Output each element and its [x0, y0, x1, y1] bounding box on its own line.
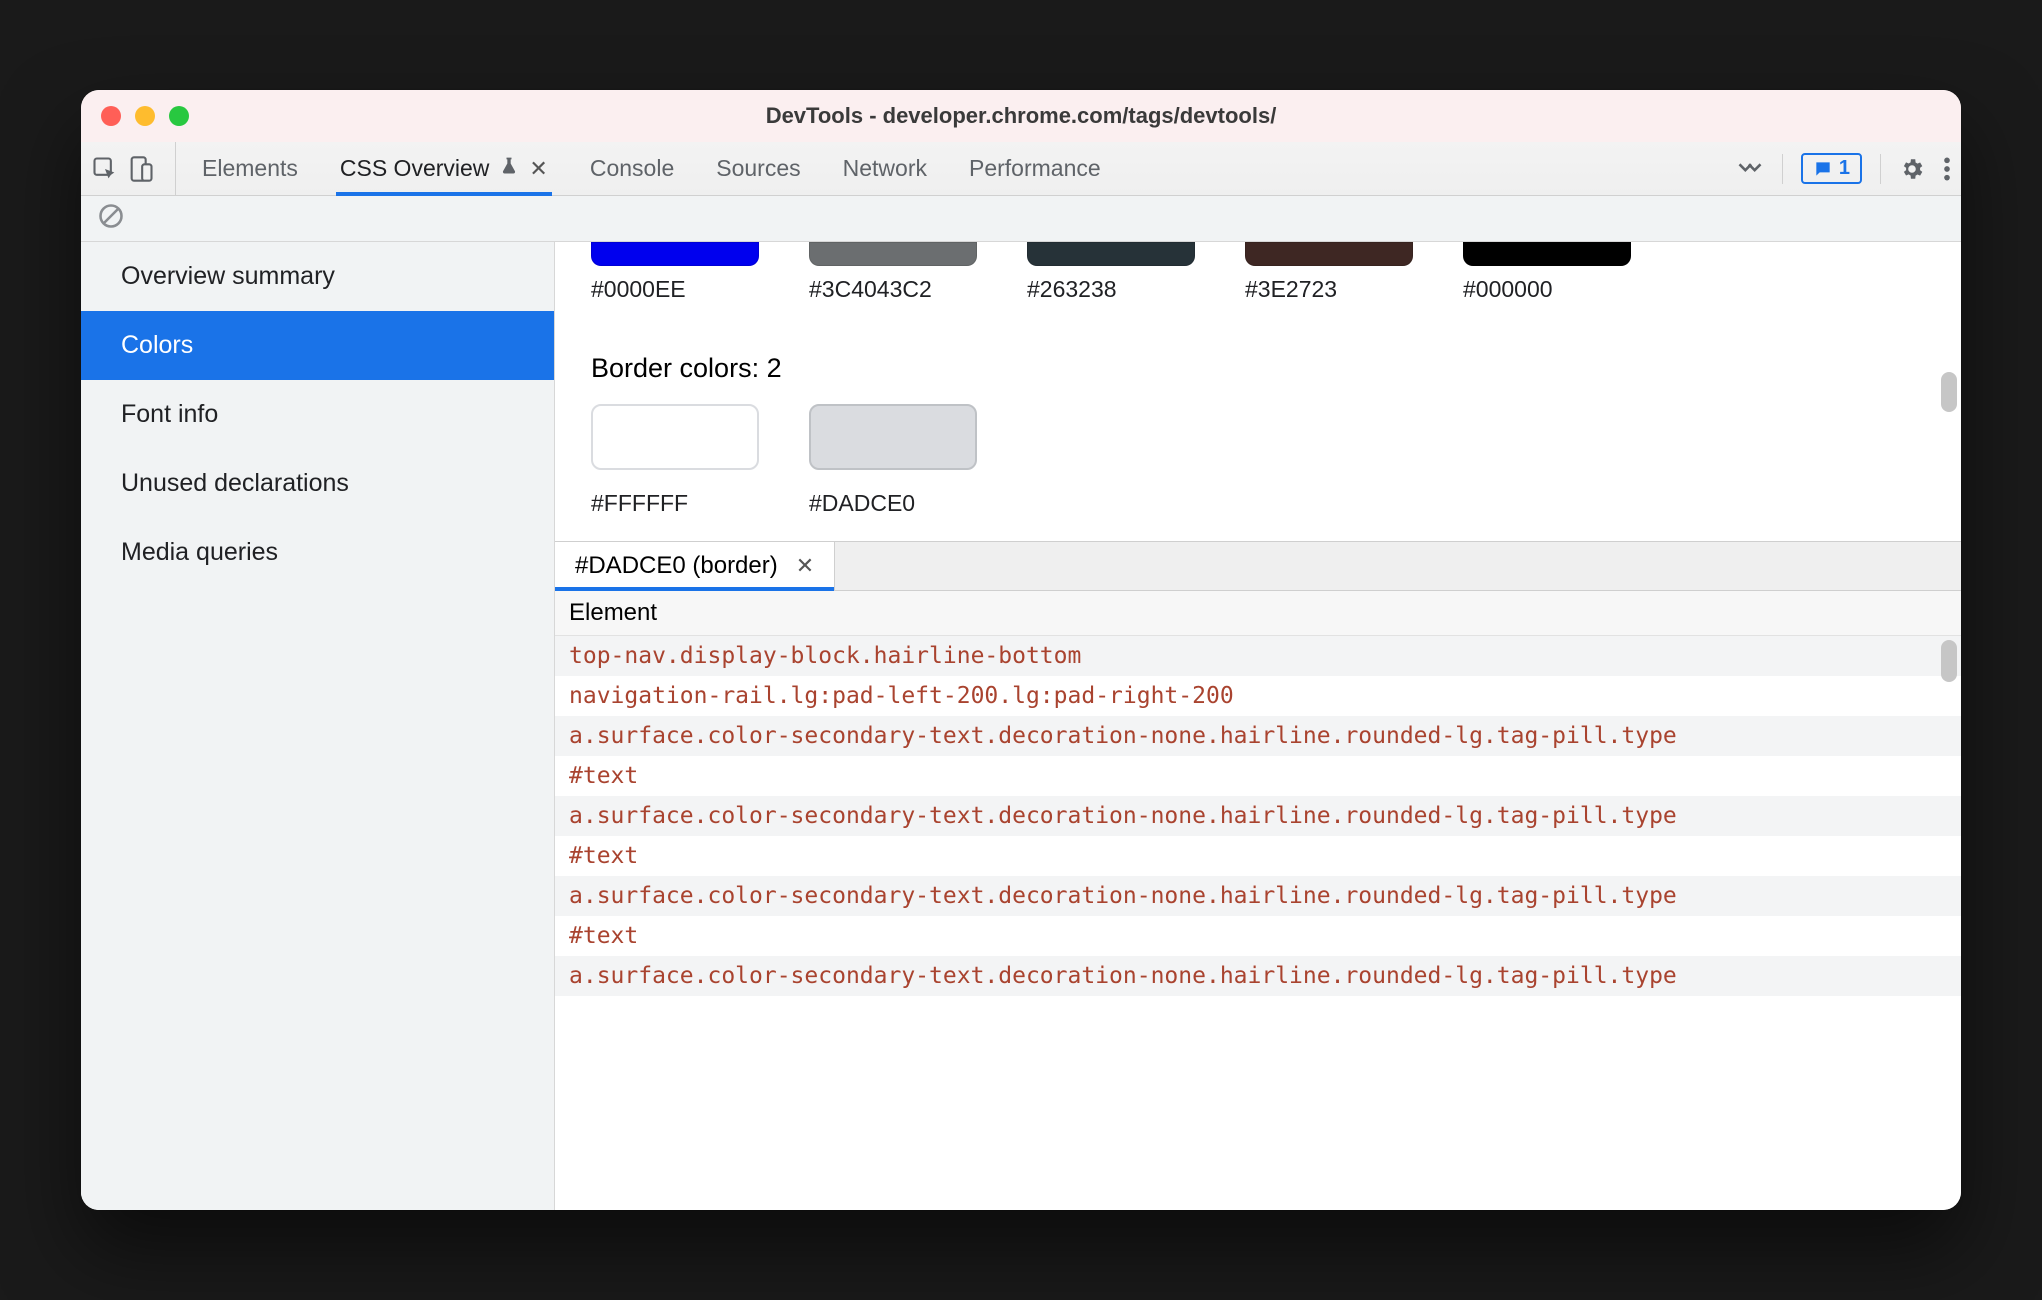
- colors-scroll-area[interactable]: #0000EE #3C4043C2 #263238 #3E2723 #000000 Bor…: [555, 242, 1961, 541]
- element-row[interactable]: top-nav.display-block.hairline-bottom: [555, 636, 1961, 676]
- devtools-tabstrip: Elements CSS Overview ✕ Console Sources …: [81, 142, 1961, 196]
- swatch-box: [1245, 242, 1413, 266]
- sidebar-item-overview-summary[interactable]: Overview summary: [81, 242, 554, 311]
- swatch-box: [809, 242, 977, 266]
- sidebar-item-unused-declarations[interactable]: Unused declarations: [81, 449, 554, 518]
- element-row[interactable]: #text: [555, 836, 1961, 876]
- swatch-label: #3E2723: [1245, 276, 1337, 303]
- window-controls: [101, 106, 189, 126]
- element-list[interactable]: top-nav.display-block.hairline-bottomnav…: [555, 636, 1961, 996]
- clear-overview-icon[interactable]: [97, 202, 125, 235]
- tab-performance[interactable]: Performance: [969, 142, 1101, 195]
- swatch-label: #0000EE: [591, 276, 686, 303]
- swatch-label: #000000: [1463, 276, 1553, 303]
- color-swatch[interactable]: #0000EE: [591, 242, 759, 303]
- scrollbar-thumb[interactable]: [1941, 372, 1957, 412]
- sidebar-item-label: Media queries: [121, 538, 278, 566]
- element-row[interactable]: a.surface.color-secondary-text.decoratio…: [555, 796, 1961, 836]
- swatch-label: #3C4043C2: [809, 276, 932, 303]
- sidebar-item-label: Font info: [121, 400, 218, 428]
- maximize-window-button[interactable]: [169, 106, 189, 126]
- settings-icon[interactable]: [1899, 156, 1925, 182]
- swatch-box: [1027, 242, 1195, 266]
- tab-network[interactable]: Network: [843, 142, 927, 195]
- element-row[interactable]: a.surface.color-secondary-text.decoratio…: [555, 876, 1961, 916]
- tab-elements[interactable]: Elements: [202, 142, 298, 195]
- close-window-button[interactable]: [101, 106, 121, 126]
- detail-header: Element: [555, 591, 1961, 636]
- tab-label: Network: [843, 155, 927, 182]
- sidebar-item-colors[interactable]: Colors: [81, 311, 554, 380]
- issues-badge[interactable]: 1: [1801, 153, 1862, 184]
- element-row[interactable]: navigation-rail.lg:pad-left-200.lg:pad-r…: [555, 676, 1961, 716]
- color-swatch[interactable]: #263238: [1027, 242, 1195, 303]
- sidebar-item-label: Overview summary: [121, 262, 335, 290]
- color-swatch[interactable]: #DADCE0: [809, 404, 977, 517]
- swatch-label: #DADCE0: [809, 490, 915, 517]
- sidebar-item-label: Unused declarations: [121, 469, 349, 497]
- sidebar-item-media-queries[interactable]: Media queries: [81, 518, 554, 587]
- divider: [1782, 154, 1783, 184]
- color-swatch[interactable]: #FFFFFF: [591, 404, 759, 517]
- more-tabs-icon[interactable]: [1736, 159, 1764, 179]
- inspect-icon[interactable]: [91, 155, 119, 183]
- issues-count: 1: [1839, 157, 1850, 180]
- color-swatch[interactable]: #3C4043C2: [809, 242, 977, 303]
- minimize-window-button[interactable]: [135, 106, 155, 126]
- detail-tabstrip: #DADCE0 (border) ✕: [555, 542, 1961, 591]
- color-swatch[interactable]: #000000: [1463, 242, 1631, 303]
- tab-label: Elements: [202, 155, 298, 182]
- color-swatch[interactable]: #3E2723: [1245, 242, 1413, 303]
- tab-label: Performance: [969, 155, 1101, 182]
- swatch-label: #263238: [1027, 276, 1117, 303]
- close-detail-tab-icon[interactable]: ✕: [796, 553, 814, 579]
- main-content: #0000EE #3C4043C2 #263238 #3E2723 #000000 Bor…: [555, 242, 1961, 1210]
- window-title: DevTools - developer.chrome.com/tags/dev…: [81, 103, 1961, 129]
- element-row[interactable]: #text: [555, 916, 1961, 956]
- tab-label: Sources: [716, 155, 800, 182]
- tab-console[interactable]: Console: [590, 142, 674, 195]
- close-tab-icon[interactable]: ✕: [529, 156, 547, 182]
- swatch-label: #FFFFFF: [591, 490, 688, 517]
- experiment-icon: [499, 155, 519, 182]
- detail-tab[interactable]: #DADCE0 (border) ✕: [555, 542, 835, 590]
- panel-toolbar: [81, 196, 1961, 242]
- sidebar-item-label: Colors: [121, 331, 193, 359]
- swatch-box: [809, 404, 977, 470]
- devtools-window: DevTools - developer.chrome.com/tags/dev…: [81, 90, 1961, 1210]
- scrollbar-thumb[interactable]: [1941, 640, 1957, 682]
- element-row[interactable]: a.surface.color-secondary-text.decoratio…: [555, 716, 1961, 756]
- detail-tab-label: #DADCE0 (border): [575, 552, 778, 580]
- sidebar-item-font-info[interactable]: Font info: [81, 380, 554, 449]
- border-colors-heading: Border colors: 2: [591, 353, 1925, 384]
- swatch-box: [591, 242, 759, 266]
- device-toolbar-icon[interactable]: [127, 155, 155, 183]
- swatch-box: [1463, 242, 1631, 266]
- tab-label: Console: [590, 155, 674, 182]
- more-options-icon[interactable]: [1943, 156, 1951, 182]
- divider: [1880, 154, 1881, 184]
- panel-body: Overview summary Colors Font info Unused…: [81, 242, 1961, 1210]
- titlebar: DevTools - developer.chrome.com/tags/dev…: [81, 90, 1961, 142]
- element-row[interactable]: a.surface.color-secondary-text.decoratio…: [555, 956, 1961, 996]
- element-detail-panel: #DADCE0 (border) ✕ Element top-nav.displ…: [555, 541, 1961, 1061]
- element-row[interactable]: #text: [555, 756, 1961, 796]
- css-overview-sidebar: Overview summary Colors Font info Unused…: [81, 242, 555, 1210]
- tab-label: CSS Overview: [340, 155, 490, 182]
- tab-css-overview[interactable]: CSS Overview ✕: [340, 142, 548, 195]
- swatch-box: [591, 404, 759, 470]
- tab-sources[interactable]: Sources: [716, 142, 800, 195]
